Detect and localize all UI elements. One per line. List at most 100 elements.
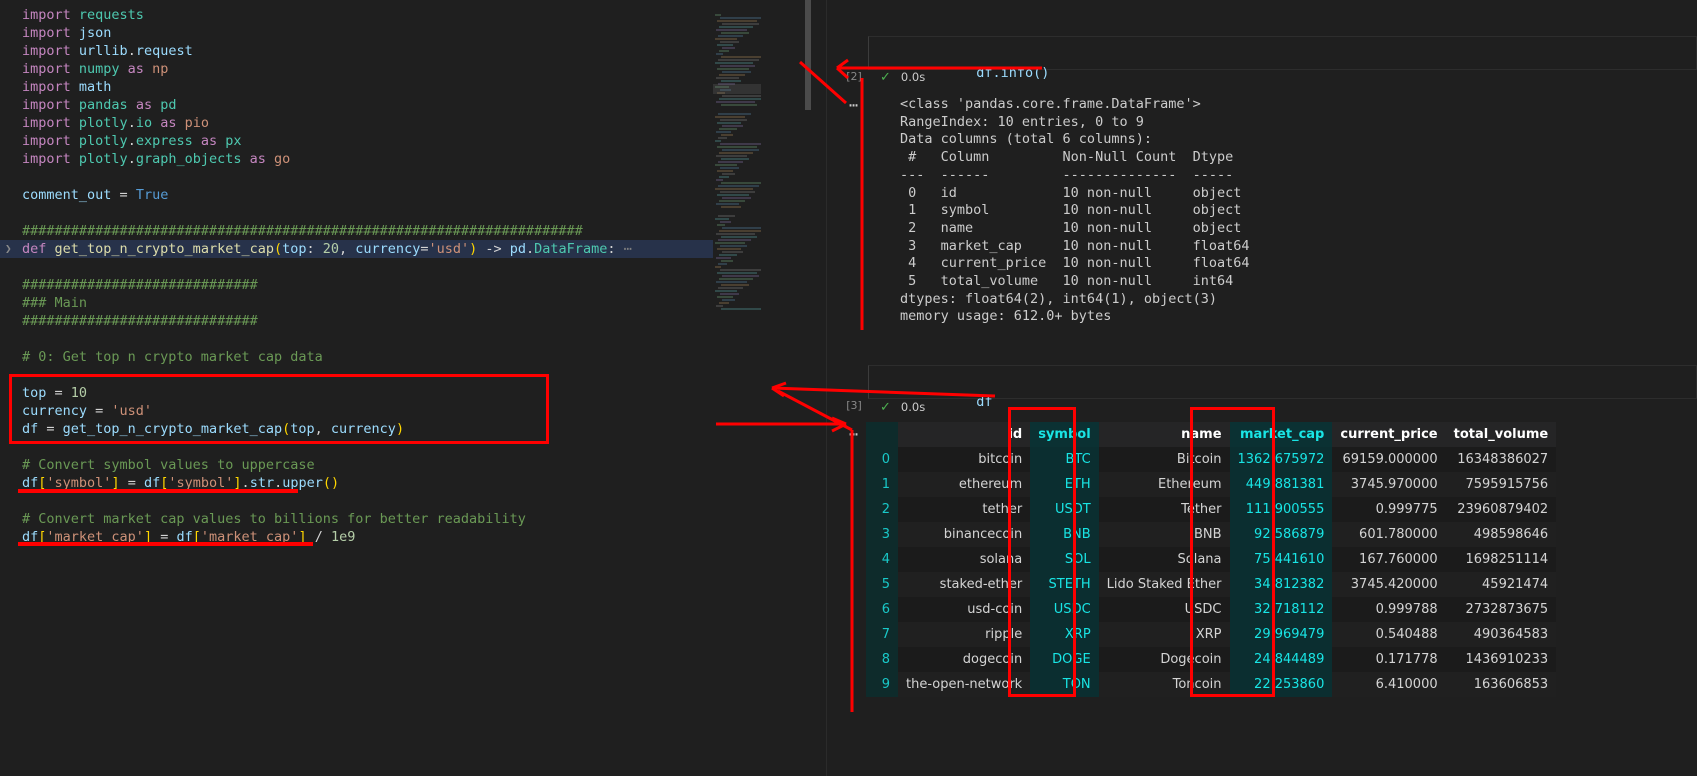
code-token: import — [22, 133, 79, 149]
code-line[interactable]: ❯ def get_top_n_crypto_market_cap(top: 20… — [0, 240, 713, 258]
editor-scrollbar-thumb[interactable] — [805, 0, 811, 110]
table-cell-symbol: XRP — [1030, 622, 1099, 647]
minimap-line — [721, 158, 749, 160]
code-fold-chevron-icon[interactable]: ❯ — [5, 240, 19, 258]
minimap-line — [720, 119, 747, 121]
table-header-current_price[interactable]: current_price — [1332, 422, 1446, 447]
table-index-header[interactable] — [866, 422, 898, 447]
code-line[interactable] — [0, 366, 713, 384]
code-token: . — [127, 133, 136, 149]
table-header-symbol[interactable]: symbol — [1030, 422, 1099, 447]
table-row[interactable]: 3 binancecoin BNB BNB 92.586879 601.780000 498… — [866, 522, 1557, 547]
code-editor-pane[interactable]: import requests import json import urllib.… — [0, 0, 811, 776]
code-token: : — [607, 241, 624, 257]
table-cell-total_volume: 2732873675 — [1465, 602, 1549, 617]
code-line[interactable]: ### Main — [0, 294, 713, 312]
pane-divider[interactable] — [826, 0, 827, 776]
minimap-line — [722, 197, 751, 199]
minimap-line — [715, 290, 737, 292]
code-token: ] — [143, 529, 153, 545]
table-cell-current_price: 0.999775 — [1375, 502, 1438, 517]
table-row[interactable]: 2 tether USDT Tether 111.900555 0.999775 23960… — [866, 497, 1557, 522]
code-token: urllib — [78, 43, 128, 59]
code-text-area[interactable]: import requests import json import urllib.… — [0, 0, 713, 776]
minimap-line — [721, 56, 765, 58]
minimap-line — [722, 23, 759, 25]
cell-runtime: 0.0s — [900, 400, 926, 414]
code-token: df — [143, 475, 161, 491]
minimap-line — [722, 149, 759, 151]
code-line[interactable]: df['symbol'] = df['symbol'].str.upper() — [0, 474, 713, 492]
code-token: ( — [273, 241, 283, 257]
dataframe-table[interactable]: id symbol name market_cap current_price total… — [866, 422, 1557, 697]
code-line[interactable] — [0, 258, 713, 276]
code-line[interactable]: # Convert market cap values to billions … — [0, 510, 713, 528]
minimap-line — [715, 218, 729, 220]
code-line[interactable]: ############################# — [0, 276, 713, 294]
table-cell-name: BNB — [1193, 527, 1222, 542]
minimap-line — [718, 59, 759, 61]
minimap-line — [722, 125, 743, 127]
code-token: 'symbol' — [46, 475, 112, 491]
code-token: numpy — [78, 61, 120, 77]
code-line[interactable] — [0, 330, 713, 348]
code-line[interactable]: df['market_cap'] = df['market_cap'] / 1e… — [0, 528, 713, 546]
code-line[interactable]: top = 10 — [0, 384, 713, 402]
code-line[interactable]: currency = 'usd' — [0, 402, 713, 420]
minimap-line — [721, 236, 757, 238]
editor-minimap[interactable] — [713, 0, 767, 776]
cell-source-box[interactable]: df — [868, 365, 1697, 410]
code-line[interactable]: import urllib.request — [0, 42, 713, 60]
minimap-line — [721, 80, 741, 82]
minimap-line — [720, 167, 739, 169]
code-line[interactable]: import numpy as np — [0, 60, 713, 78]
table-cell-symbol: DOGE — [1030, 647, 1099, 672]
minimap-line — [716, 203, 739, 205]
code-line[interactable] — [0, 438, 713, 456]
table-row[interactable]: 5 staked-ether STETH Lido Staked Ether 34.81… — [866, 572, 1557, 597]
table-header-id[interactable]: id — [898, 422, 1031, 447]
code-line[interactable]: df = get_top_n_crypto_market_cap(top, cu… — [0, 420, 713, 438]
code-line[interactable]: import plotly.graph_objects as go — [0, 150, 713, 168]
code-line[interactable]: # 0: Get top n crypto market cap data — [0, 348, 713, 366]
code-token: 'usd' — [111, 403, 153, 419]
code-token: 20 — [322, 241, 340, 257]
table-cell-name: Tether — [1181, 502, 1222, 517]
code-token: json — [78, 25, 112, 41]
dataframe-body[interactable]: 0 bitcoin BTC Bitcoin 1362.675972 69159.00000… — [866, 447, 1557, 697]
minimap-viewport-slider[interactable] — [713, 84, 761, 94]
table-header-name[interactable]: name — [1098, 422, 1230, 447]
code-line[interactable]: ########################################… — [0, 222, 713, 240]
table-header-market_cap[interactable]: market_cap — [1229, 422, 1333, 447]
code-token: get_top_n_crypto_market_cap — [54, 241, 274, 257]
code-token: currency — [22, 403, 96, 419]
code-line[interactable] — [0, 204, 713, 222]
code-line[interactable]: import plotly.express as px — [0, 132, 713, 150]
code-line[interactable]: import math — [0, 78, 713, 96]
code-line[interactable] — [0, 168, 713, 186]
table-row[interactable]: 0 bitcoin BTC Bitcoin 1362.675972 69159.00000… — [866, 447, 1557, 472]
table-row[interactable]: 9 the-open-network TON Toncoin 22.253860 6.41… — [866, 672, 1557, 697]
code-line[interactable]: # Convert symbol values to uppercase — [0, 456, 713, 474]
table-row[interactable]: 8 dogecoin DOGE Dogecoin 24.844489 0.171778 14… — [866, 647, 1557, 672]
code-token: import — [22, 115, 79, 131]
code-line[interactable]: comment_out = True — [0, 186, 713, 204]
code-token: ############################# — [22, 277, 258, 293]
editor-scrollbar-track[interactable] — [761, 0, 773, 776]
table-cell-id: ethereum — [958, 477, 1023, 492]
code-token: import — [22, 79, 79, 95]
code-line[interactable]: import json — [0, 24, 713, 42]
code-token: / — [306, 529, 331, 545]
table-header-total_volume[interactable]: total_volume — [1445, 422, 1557, 447]
code-token: -> — [477, 241, 510, 257]
table-row[interactable]: 1 ethereum ETH Ethereum 449.881381 3745.97000… — [866, 472, 1557, 497]
table-row[interactable]: 6 usd-coin USDC USDC 32.718112 0.999788 273287… — [866, 597, 1557, 622]
code-line[interactable]: import pandas as pd — [0, 96, 713, 114]
code-token: express — [135, 133, 193, 149]
table-row[interactable]: 7 ripple XRP XRP 29.969479 0.540488 490364583 — [866, 622, 1557, 647]
code-line[interactable]: import requests — [0, 6, 713, 24]
code-line[interactable]: ############################# — [0, 312, 713, 330]
code-line[interactable]: import plotly.io as pio — [0, 114, 713, 132]
table-row[interactable]: 4 solana SOL Solana 75.441610 167.760000 16982… — [866, 547, 1557, 572]
code-line[interactable] — [0, 492, 713, 510]
